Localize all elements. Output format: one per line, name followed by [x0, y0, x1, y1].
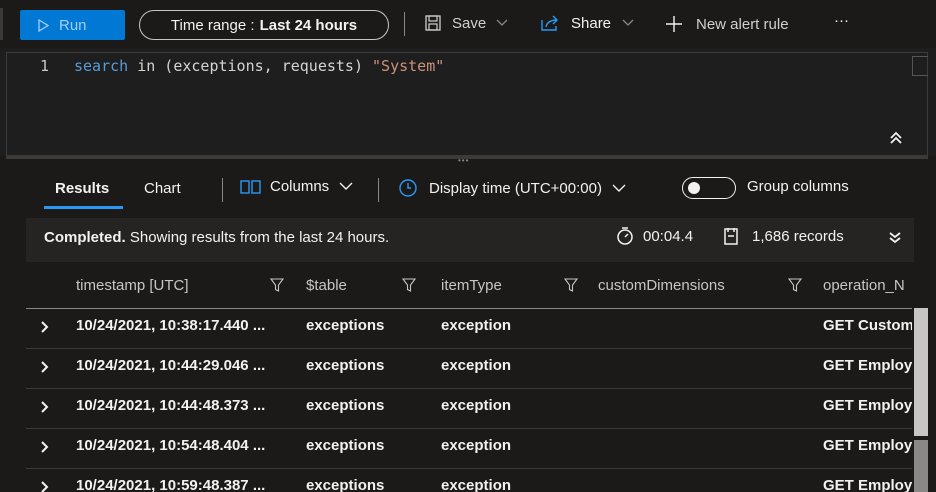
more-icon: ··· [834, 12, 849, 29]
toggle-knob [688, 182, 700, 194]
filter-icon[interactable] [402, 277, 416, 293]
display-time-label: Display time (UTC+00:00) [429, 179, 602, 197]
plus-icon [666, 16, 682, 32]
cell-operation: GET Employ [823, 477, 912, 492]
tab-results[interactable]: Results [55, 180, 109, 197]
cell-table: exceptions [306, 357, 385, 374]
cell-itemtype: exception [441, 317, 512, 334]
clock-icon [399, 179, 417, 197]
play-icon [38, 18, 50, 32]
chevron-down-icon [622, 19, 634, 26]
filter-icon[interactable] [270, 277, 284, 293]
cell-table: exceptions [306, 437, 385, 454]
share-button[interactable]: Share [540, 14, 634, 32]
chevron-down-icon [339, 182, 353, 190]
line-number: 1 [40, 57, 50, 75]
splitter-grip[interactable]: ••• [458, 156, 469, 165]
filter-icon[interactable] [564, 277, 578, 293]
duration-value: 00:04.4 [643, 227, 694, 245]
row-expand-icon[interactable] [40, 480, 50, 492]
column-header-timestamp[interactable]: timestamp [UTC] [76, 277, 189, 294]
records-value: 1,686 records [752, 227, 844, 245]
display-time-button[interactable]: Display time (UTC+00:00) [398, 178, 626, 198]
row-expand-icon[interactable] [40, 320, 50, 334]
active-tab-indicator [44, 206, 123, 209]
tab-chart[interactable]: Chart [144, 180, 181, 197]
run-button[interactable]: Run [20, 10, 125, 40]
columns-icon [240, 179, 261, 194]
cell-operation: GET Custom [823, 317, 912, 334]
row-expand-icon[interactable] [40, 360, 50, 374]
row-expand-icon[interactable] [40, 440, 50, 454]
columns-label: Columns [270, 178, 330, 195]
time-range-button[interactable]: Time range : Last 24 hours [139, 10, 389, 40]
columns-button[interactable]: Columns [240, 178, 353, 195]
query-duration: 00:04.4 [616, 226, 693, 246]
table-row[interactable]: 10/24/2021, 10:54:48.404 ... exceptions ex… [26, 428, 912, 469]
table-row[interactable]: 10/24/2021, 10:38:17.440 ... exceptions ex… [26, 308, 912, 349]
save-button[interactable]: Save [424, 14, 508, 32]
group-columns-label: Group columns [747, 178, 849, 195]
grid-header: timestamp [UTC] $table itemType customDi… [26, 262, 912, 309]
cell-table: exceptions [306, 477, 385, 492]
status-detail: Showing results from the last 24 hours. [125, 229, 390, 246]
cell-operation: GET Employ [823, 437, 912, 454]
save-icon [425, 15, 441, 31]
query-text[interactable]: search in (exceptions, requests) "System… [74, 57, 444, 75]
table-row[interactable]: 10/24/2021, 10:59:48.387 ... exceptions ex… [26, 468, 912, 492]
column-header-operation[interactable]: operation_N [823, 277, 905, 294]
results-grid: timestamp [UTC] $table itemType customDi… [26, 262, 912, 492]
new-alert-rule-button[interactable]: New alert rule [664, 14, 789, 34]
group-columns-toggle[interactable] [682, 177, 736, 199]
record-count: 1,686 records [722, 226, 844, 246]
column-header-customdimensions[interactable]: customDimensions [598, 277, 725, 294]
toolbar-divider [404, 12, 405, 36]
cell-itemtype: exception [441, 477, 512, 492]
code-keyword: search [74, 57, 129, 75]
cell-itemtype: exception [441, 397, 512, 414]
share-icon [541, 15, 558, 31]
cell-timestamp: 10/24/2021, 10:44:29.046 ... [76, 357, 266, 374]
scrollbar-thumb[interactable] [914, 308, 928, 436]
column-header-itemtype[interactable]: itemType [441, 277, 502, 294]
column-header-table[interactable]: $table [306, 277, 347, 294]
code-body: in (exceptions, requests) [128, 57, 373, 75]
share-label: Share [571, 14, 612, 32]
status-bold: Completed. [44, 229, 126, 246]
chevron-down-icon [612, 184, 626, 192]
cell-timestamp: 10/24/2021, 10:54:48.404 ... [76, 437, 266, 454]
more-button[interactable]: ··· [834, 12, 849, 29]
cell-timestamp: 10/24/2021, 10:59:48.387 ... [76, 477, 266, 492]
chevron-down-icon [496, 19, 508, 26]
cell-itemtype: exception [441, 437, 512, 454]
records-icon [724, 228, 738, 245]
code-string: "System" [372, 57, 445, 75]
cell-operation: GET Employ [823, 397, 912, 414]
time-range-label: Time range : [170, 16, 255, 34]
tabs-divider [222, 178, 223, 202]
cell-table: exceptions [306, 397, 385, 414]
time-range-value: Last 24 hours [259, 16, 358, 34]
cell-operation: GET Employ [823, 357, 912, 374]
table-row[interactable]: 10/24/2021, 10:44:29.046 ... exceptions ex… [26, 348, 912, 389]
cell-table: exceptions [306, 317, 385, 334]
scrollbar-track-lower[interactable] [914, 440, 928, 492]
controls-divider [378, 178, 379, 202]
toolbar-edge [0, 8, 3, 40]
row-expand-icon[interactable] [40, 400, 50, 414]
timer-icon [617, 227, 633, 245]
cell-timestamp: 10/24/2021, 10:38:17.440 ... [76, 317, 266, 334]
new-alert-label: New alert rule [696, 15, 789, 33]
filter-icon[interactable] [788, 277, 802, 293]
run-label: Run [59, 16, 87, 34]
collapse-up-icon[interactable] [888, 130, 904, 146]
save-label: Save [452, 14, 487, 32]
table-row[interactable]: 10/24/2021, 10:44:48.373 ... exceptions ex… [26, 388, 912, 429]
expand-all-icon[interactable] [888, 232, 902, 244]
cell-timestamp: 10/24/2021, 10:44:48.373 ... [76, 397, 266, 414]
cell-itemtype: exception [441, 357, 512, 374]
status-message: Completed. Showing results from the last… [44, 229, 389, 246]
editor-minimap [912, 56, 928, 76]
